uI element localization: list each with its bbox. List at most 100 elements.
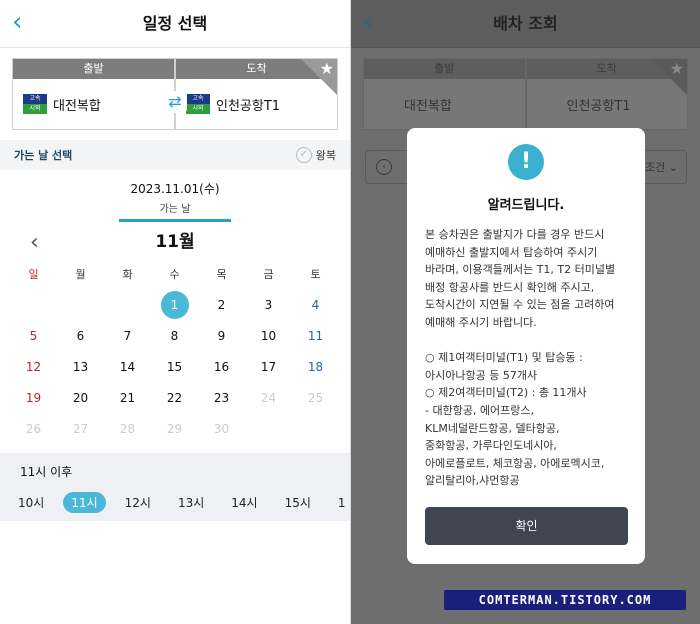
calendar-day[interactable]: 4 xyxy=(292,290,339,321)
modal-title: 알려드립니다. xyxy=(487,198,565,213)
departure-date-tab[interactable]: 2023.11.01(수) 가는 날 xyxy=(0,170,350,222)
time-option[interactable]: 1 xyxy=(338,496,346,510)
calendar-day[interactable]: 18 xyxy=(292,352,339,383)
express-badge-icon: 고속 시외 xyxy=(186,94,210,114)
modal-text-line xyxy=(425,332,631,350)
schedule-select-screen: ‹ 일정 선택 출발 고속 시외 대전복합 ⇄ 도착 고속 시외 인천공항T1 … xyxy=(0,0,350,624)
confirm-button[interactable]: 확인 xyxy=(425,507,628,545)
calendar-day[interactable]: 11 xyxy=(292,321,339,352)
modal-text-line: 예매하신 출발지에서 탑승하여 주시기 xyxy=(425,245,598,259)
weekday-label: 일 xyxy=(28,268,39,281)
arrival-card[interactable]: 도착 고속 시외 인천공항T1 ★ xyxy=(175,58,338,130)
calendar-day[interactable]: 1 xyxy=(151,290,198,321)
calendar-day[interactable]: 15 xyxy=(151,352,198,383)
weekday-label: 토 xyxy=(310,268,321,281)
calendar-day[interactable]: 23 xyxy=(198,383,245,414)
time-option[interactable]: 13시 xyxy=(178,494,204,511)
calendar-day[interactable]: 9 xyxy=(198,321,245,352)
check-circle-icon: ✓ xyxy=(295,147,312,163)
page-title: 배차 조회 xyxy=(493,14,558,33)
modal-body: 본 승차권은 출발지가 다를 경우 반드시 예매하신 출발지에서 탑승하여 주시기… xyxy=(425,226,631,490)
weekday-label: 화 xyxy=(122,268,133,281)
modal-text-line: ○ 제1여객터미널(T1) 및 탑승동 : xyxy=(425,351,583,365)
back-chevron-icon[interactable]: ‹ xyxy=(363,6,373,38)
time-option[interactable]: 10시 xyxy=(18,494,44,511)
calendar-day[interactable]: 3 xyxy=(245,290,292,321)
calendar-day[interactable]: 20 xyxy=(57,383,104,414)
departure-label: 출발 xyxy=(13,59,174,79)
calendar-day[interactable]: 17 xyxy=(245,352,292,383)
prev-month-chevron-icon[interactable]: ‹ xyxy=(30,230,39,255)
time-option[interactable]: 14시 xyxy=(231,494,257,511)
modal-text-line: 알리탈리아,샤먼항공 xyxy=(425,474,520,488)
calendar-day: 28 xyxy=(119,422,136,436)
selected-date-sub: 가는 날 xyxy=(159,204,191,215)
star-icon[interactable]: ★ xyxy=(320,59,334,78)
calendar-day[interactable]: 5 xyxy=(10,321,57,352)
calendar-day[interactable]: 19 xyxy=(10,383,57,414)
time-option[interactable]: 15시 xyxy=(285,494,311,511)
modal-text-line: 예매해 주시기 바랍니다. xyxy=(425,315,537,329)
calendar-empty-cell xyxy=(292,414,339,445)
calendar-day[interactable]: 21 xyxy=(104,383,151,414)
prev-circle-icon[interactable]: ‹ xyxy=(376,159,392,175)
modal-text-line: 아에로플로트, 체코항공, 아에로멕시코, xyxy=(425,456,605,470)
express-badge-icon xyxy=(537,94,561,114)
roundtrip-label: 왕복 xyxy=(315,149,336,162)
calendar-day: 29 xyxy=(166,422,183,436)
route-selector: 출발 고속 시외 대전복합 ⇄ 도착 고속 시외 인천공항T1 ★ xyxy=(0,48,350,140)
swap-route-icon[interactable]: ⇄ xyxy=(163,91,187,113)
calendar-day[interactable]: 6 xyxy=(57,321,104,352)
calendar-grid: 일 월 화 수 목 금 토 1 2 3 4 5 6 7 8 9 10 11 12 13 14 15 16 17 18 19 20 21… xyxy=(0,266,350,445)
weekday-label: 수 xyxy=(169,268,180,281)
roundtrip-toggle[interactable]: ✓ 왕복 xyxy=(295,147,336,163)
back-chevron-icon[interactable]: ‹ xyxy=(12,6,22,38)
calendar-day[interactable]: 7 xyxy=(104,321,151,352)
calendar-day[interactable]: 22 xyxy=(151,383,198,414)
arrival-card[interactable]: 도착 인천공항T1 ★ xyxy=(525,58,688,130)
tab-underline xyxy=(119,219,231,222)
modal-text-line: KLM네덜란드항공, 델타항공, xyxy=(425,421,560,435)
notice-modal: ! 알려드립니다. 본 승차권은 출발지가 다를 경우 반드시 예매하신 출발지에… xyxy=(407,128,645,564)
time-options: 10시 11시 12시 13시 14시 15시 1 xyxy=(0,492,350,513)
time-option[interactable]: 11시 xyxy=(63,492,106,513)
calendar-day: 26 xyxy=(25,422,42,436)
calendar-day[interactable]: 2 xyxy=(198,290,245,321)
calendar-day: 30 xyxy=(213,422,230,436)
arrival-terminal: 인천공항T1 xyxy=(216,98,281,114)
top-bar: ‹ 배차 조회 xyxy=(351,0,700,48)
time-option[interactable]: 12시 xyxy=(125,494,151,511)
calendar-day[interactable]: 16 xyxy=(198,352,245,383)
modal-text-line: 아시아나항공 등 57개사 xyxy=(425,368,538,382)
express-badge-icon xyxy=(374,94,398,114)
calendar-day: 27 xyxy=(72,422,89,436)
modal-text-line: 도착시간이 지연될 수 있는 점을 고려하여 xyxy=(425,298,615,312)
calendar-empty-cell xyxy=(10,290,57,321)
calendar-day[interactable]: 13 xyxy=(57,352,104,383)
calendar-day[interactable]: 8 xyxy=(151,321,198,352)
time-title: 11시 이후 xyxy=(20,465,73,479)
date-select-label: 가는 날 선택 xyxy=(14,149,73,162)
calendar-empty-cell xyxy=(57,290,104,321)
arrival-terminal: 인천공항T1 xyxy=(566,98,631,114)
time-section: 11시 이후 10시 11시 12시 13시 14시 15시 1 xyxy=(0,453,350,521)
modal-text-line: 바라며, 이용객들께서는 T1, T2 터미널별 xyxy=(425,263,616,277)
watermark: COMTERMAN.TISTORY.COM xyxy=(444,590,686,610)
weekday-label: 월 xyxy=(75,268,86,281)
modal-text-line: ○ 제2여객터미널(T2) : 총 11개사 xyxy=(425,386,587,400)
departure-terminal: 대전복합 xyxy=(404,98,452,114)
calendar-day: 24 xyxy=(260,391,277,405)
express-badge-icon: 고속 시외 xyxy=(23,94,47,114)
modal-text-line: - 대한항공, 에어프랑스, xyxy=(425,403,535,417)
dispatch-inquiry-screen: ‹ 배차 조회 출발 대전복합 도착 인천공항T1 ★ ‹ 조건 ⌄ ! 알려드… xyxy=(350,0,700,624)
calendar-day[interactable]: 14 xyxy=(104,352,151,383)
calendar-empty-cell xyxy=(245,414,292,445)
calendar-day[interactable]: 10 xyxy=(245,321,292,352)
star-icon[interactable]: ★ xyxy=(670,59,684,78)
calendar-day[interactable]: 12 xyxy=(10,352,57,383)
filter-condition-dropdown[interactable]: 조건 ⌄ xyxy=(645,159,678,175)
weekday-label: 목 xyxy=(216,268,227,281)
selected-date: 2023.11.01(수) xyxy=(130,182,220,196)
departure-card[interactable]: 출발 대전복합 xyxy=(363,58,526,130)
departure-card[interactable]: 출발 고속 시외 대전복합 xyxy=(12,58,175,130)
